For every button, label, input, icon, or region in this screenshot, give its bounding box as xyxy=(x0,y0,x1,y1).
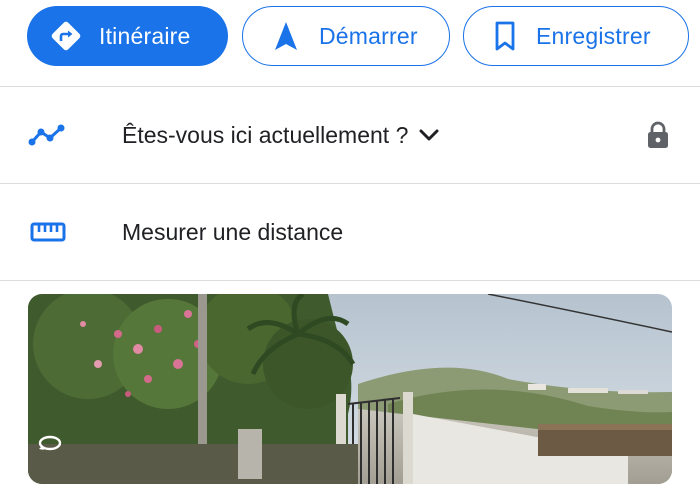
directions-icon xyxy=(49,19,83,53)
360-rotate-icon xyxy=(36,432,66,454)
save-label: Enregistrer xyxy=(536,22,651,49)
action-bar: Itinéraire Démarrer Enregistrer xyxy=(0,0,700,86)
street-view-thumbnail[interactable] xyxy=(28,294,672,484)
start-button[interactable]: Démarrer xyxy=(242,6,450,66)
directions-button[interactable]: Itinéraire xyxy=(27,6,228,66)
location-prompt-label: Êtes-vous ici actuellement ? xyxy=(122,121,409,148)
start-label: Démarrer xyxy=(319,22,418,49)
navigation-arrow-icon xyxy=(269,19,303,53)
location-prompt-row[interactable]: Êtes-vous ici actuellement ? xyxy=(0,87,700,183)
divider xyxy=(0,280,700,281)
lock-icon xyxy=(644,118,672,152)
measure-distance-row[interactable]: Mesurer une distance xyxy=(0,184,700,280)
measure-distance-label: Mesurer une distance xyxy=(122,218,344,245)
directions-label: Itinéraire xyxy=(99,22,191,49)
save-button[interactable]: Enregistrer xyxy=(463,6,689,66)
ruler-icon xyxy=(28,212,68,252)
bookmark-icon xyxy=(488,19,522,53)
timeline-icon xyxy=(28,115,68,155)
chevron-down-icon[interactable] xyxy=(418,128,440,142)
location-prompt[interactable]: Êtes-vous ici actuellement ? xyxy=(122,122,440,149)
street-view-image xyxy=(28,294,672,484)
